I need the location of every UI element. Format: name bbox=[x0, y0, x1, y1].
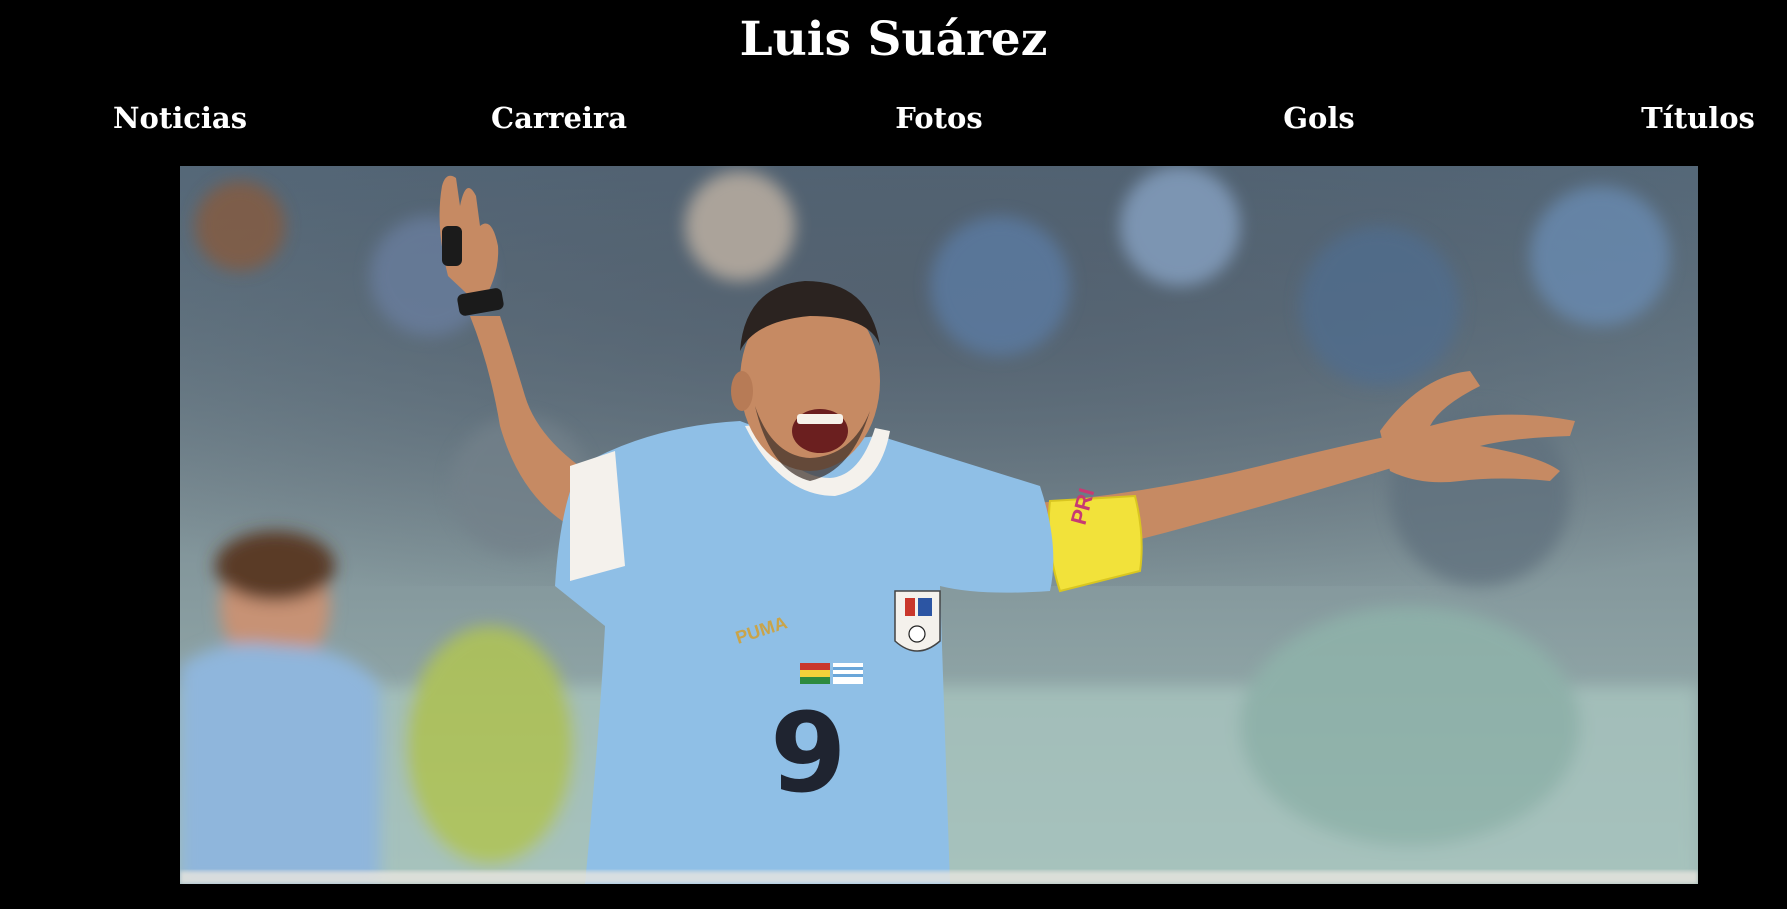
main-nav: Noticias Carreira Fotos Gols Títulos bbox=[0, 92, 1787, 144]
nav-item-titulos[interactable]: Títulos bbox=[1641, 92, 1755, 144]
jersey-number: 9 bbox=[770, 689, 847, 817]
hero-photo-illustration: PRI PUMA 9 bbox=[180, 166, 1698, 884]
hero-photo: PRI PUMA 9 bbox=[180, 166, 1698, 884]
nav-item-fotos[interactable]: Fotos bbox=[895, 92, 982, 144]
nav-item-gols[interactable]: Gols bbox=[1283, 92, 1354, 144]
page: Luis Suárez Noticias Carreira Fotos Gols… bbox=[0, 0, 1787, 909]
site-title: Luis Suárez bbox=[739, 12, 1048, 67]
nav-item-noticias[interactable]: Noticias bbox=[113, 92, 247, 144]
nav-item-carreira[interactable]: Carreira bbox=[491, 92, 627, 144]
